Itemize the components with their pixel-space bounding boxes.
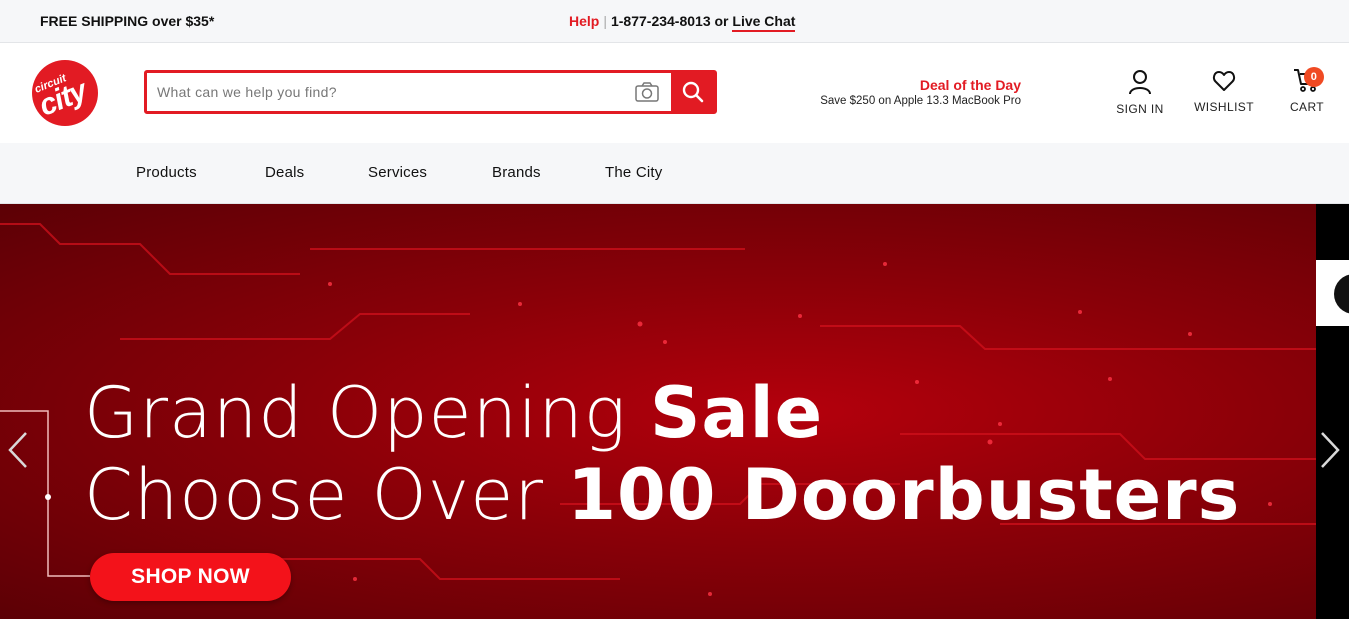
nav-the-city[interactable]: The City (605, 164, 662, 181)
chevron-left-icon (8, 432, 27, 468)
camera-icon[interactable] (635, 82, 659, 102)
wishlist-button[interactable]: WISHLIST (1192, 69, 1256, 114)
search-button[interactable] (671, 72, 715, 112)
hero-headline-1: Grand Opening Sale (84, 372, 823, 454)
deal-of-the-day[interactable]: Deal of the Day Save $250 on Apple 13.3 … (790, 77, 1021, 107)
help-link[interactable]: Help (569, 13, 599, 29)
search-icon (682, 81, 704, 103)
site-header: circuit city Deal of the Day Save $250 o… (0, 43, 1349, 143)
user-icon (1129, 70, 1151, 95)
carousel-next-button[interactable] (1318, 430, 1344, 475)
cart-button[interactable]: 0 CART (1284, 67, 1330, 114)
shop-now-button[interactable]: SHOP NOW (90, 553, 291, 601)
next-slide-peek (1316, 204, 1349, 619)
deal-title: Deal of the Day (919, 77, 1021, 93)
chevron-right-icon (1321, 432, 1340, 468)
cart-count-badge: 0 (1304, 67, 1324, 87)
nav-brands[interactable]: Brands (492, 164, 541, 181)
nav-services[interactable]: Services (368, 164, 427, 181)
hero-headline-1-bold: Sale (650, 372, 824, 454)
heart-icon (1212, 71, 1236, 91)
hero-headline-1-light: Grand Opening (84, 372, 651, 454)
search-bar (144, 70, 717, 114)
sign-in-label: SIGN IN (1116, 102, 1164, 116)
hero-headline-2: Choose Over 100 Doorbusters (84, 454, 1240, 536)
deal-subtitle: Save $250 on Apple 13.3 MacBook Pro (820, 95, 1021, 107)
help-contact: Help | 1-877-234-8013 or Live Chat (569, 13, 796, 32)
search-input[interactable] (157, 79, 617, 105)
separator: | (603, 13, 607, 29)
live-chat-link[interactable]: Live Chat (732, 13, 796, 32)
utility-bar: FREE SHIPPING over $35* Help | 1-877-234-8… (0, 0, 1349, 43)
hero-banner[interactable]: Grand Opening Sale Choose Over 100 Doorb… (0, 204, 1316, 619)
circuit-city-logo[interactable]: circuit city (32, 60, 98, 126)
main-nav: Products Deals Services Brands The City (0, 143, 1349, 204)
nav-products[interactable]: Products (136, 164, 197, 181)
cart-label: CART (1289, 100, 1325, 114)
free-shipping-text: FREE SHIPPING over $35* (40, 13, 215, 29)
carousel-prev-button[interactable] (4, 430, 30, 475)
hero-headline-2-bold: 100 Doorbusters (567, 454, 1241, 536)
sign-in-button[interactable]: SIGN IN (1112, 69, 1168, 116)
hero-headline-2-light: Choose Over (84, 454, 568, 536)
phone-number[interactable]: 1-877-234-8013 or (611, 13, 729, 29)
wishlist-label: WISHLIST (1194, 100, 1254, 114)
nav-deals[interactable]: Deals (265, 164, 304, 181)
